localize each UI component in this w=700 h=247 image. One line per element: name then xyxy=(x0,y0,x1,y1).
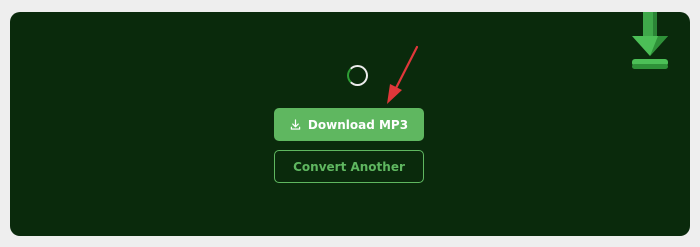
page: Download MP3 Convert Another xyxy=(0,0,700,247)
download-mp3-button[interactable]: Download MP3 xyxy=(274,108,424,141)
convert-another-label: Convert Another xyxy=(293,159,405,174)
conversion-panel: Download MP3 Convert Another xyxy=(10,12,690,236)
download-arrow-icon xyxy=(632,12,668,69)
convert-another-button[interactable]: Convert Another xyxy=(274,150,424,183)
download-mp3-label: Download MP3 xyxy=(307,117,409,132)
loading-spinner xyxy=(347,65,368,86)
download-icon xyxy=(290,119,301,130)
